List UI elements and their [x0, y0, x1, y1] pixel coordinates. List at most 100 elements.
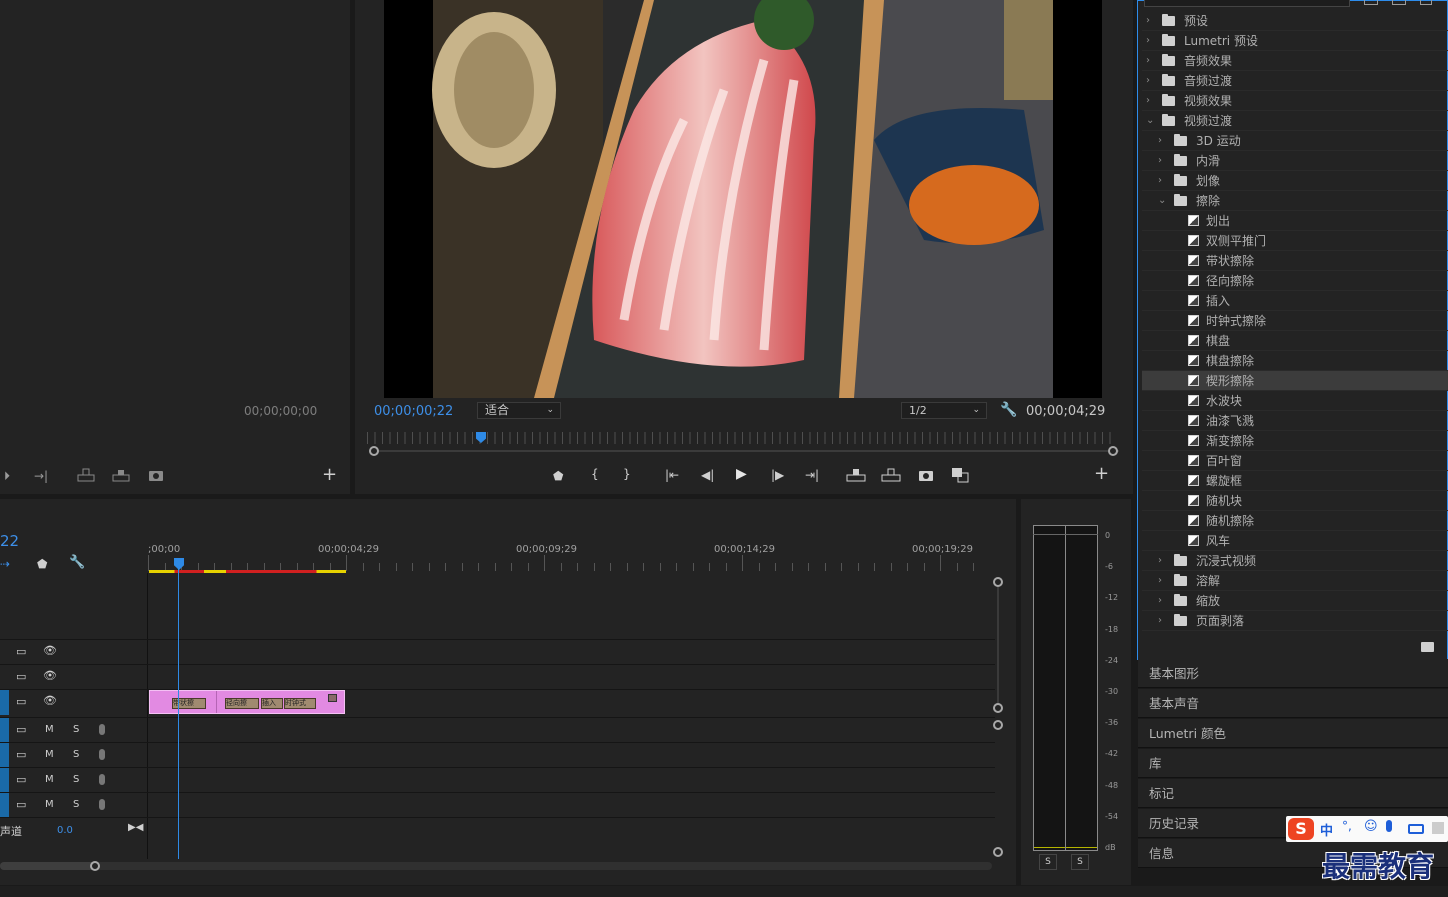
mute-button[interactable]: M: [45, 724, 54, 735]
zoom-handle-left[interactable]: [369, 446, 379, 456]
chevron-down-icon[interactable]: ⌄: [1158, 191, 1168, 211]
delete-icon[interactable]: [1420, 0, 1432, 5]
effects-folder[interactable]: › 音频效果: [1142, 51, 1448, 71]
effect-item[interactable]: 径向擦除: [1142, 271, 1448, 291]
microphone-icon[interactable]: [99, 724, 105, 735]
add-button-icon[interactable]: +: [322, 466, 337, 484]
new-preset-bin-icon[interactable]: [1392, 0, 1406, 5]
effects-folder[interactable]: › 划像: [1142, 171, 1448, 191]
effect-item[interactable]: 楔形擦除: [1142, 371, 1448, 391]
transition-block[interactable]: 时钟式: [284, 698, 316, 709]
wrench-icon[interactable]: 🔧: [1000, 403, 1017, 417]
chevron-right-icon[interactable]: ›: [1146, 31, 1156, 51]
step-forward-icon[interactable]: ⏵: [4, 469, 10, 483]
chevron-right-icon[interactable]: ›: [1146, 11, 1156, 31]
go-to-out-icon[interactable]: ▶◀: [128, 822, 143, 833]
effect-item[interactable]: 时钟式擦除: [1142, 311, 1448, 331]
chevron-right-icon[interactable]: ›: [1146, 51, 1156, 71]
add-button-icon[interactable]: +: [1094, 465, 1109, 483]
play-icon[interactable]: ▶: [736, 467, 747, 481]
emoji-icon[interactable]: ☺: [1364, 819, 1378, 834]
step-back-icon[interactable]: ◀|: [701, 468, 714, 482]
audio-track[interactable]: ▭ M S: [0, 717, 995, 743]
video-track-v3[interactable]: ▭ 👁: [0, 639, 995, 664]
scroll-handle[interactable]: [993, 720, 1003, 730]
timeline-current-time[interactable]: 22: [0, 532, 19, 550]
effect-item[interactable]: 螺旋框: [1142, 471, 1448, 491]
effects-folder[interactable]: › Lumetri 预设: [1142, 31, 1448, 51]
mute-button[interactable]: M: [45, 774, 54, 785]
track-target-v1[interactable]: [0, 690, 9, 715]
effect-item[interactable]: 渐变擦除: [1142, 431, 1448, 451]
ime-toolbar[interactable]: S 中 °, ☺: [1286, 816, 1448, 842]
effect-item[interactable]: 双侧平推门: [1142, 231, 1448, 251]
chevron-right-icon[interactable]: ›: [1158, 591, 1168, 611]
go-to-out-icon[interactable]: →|: [34, 469, 48, 483]
go-to-out-icon[interactable]: ⇥|: [805, 468, 819, 482]
chevron-right-icon[interactable]: ›: [1158, 151, 1168, 171]
punctuation-icon[interactable]: °,: [1342, 819, 1352, 833]
audio-track[interactable]: ▭ M S: [0, 792, 995, 818]
lift-icon[interactable]: [846, 468, 866, 482]
track-target-a[interactable]: [0, 743, 9, 768]
effect-item[interactable]: 油漆飞溅: [1142, 411, 1448, 431]
effect-item[interactable]: 棋盘擦除: [1142, 351, 1448, 371]
export-frame-icon[interactable]: [148, 468, 164, 482]
new-bin-folder-icon[interactable]: [1421, 642, 1434, 652]
mute-button[interactable]: M: [45, 749, 54, 760]
effect-item[interactable]: 水波块: [1142, 391, 1448, 411]
solo-button[interactable]: S: [73, 774, 79, 785]
ime-language[interactable]: 中: [1320, 820, 1333, 839]
effects-folder[interactable]: › 3D 运动: [1142, 131, 1448, 151]
microphone-icon[interactable]: [99, 799, 105, 810]
side-panel-tab[interactable]: Lumetri 颜色: [1138, 719, 1448, 748]
horizontal-scrollbar[interactable]: [0, 862, 992, 870]
mark-in-icon[interactable]: {: [591, 467, 599, 481]
mark-out-icon[interactable]: }: [623, 467, 631, 481]
chevron-down-icon[interactable]: ⌄: [1146, 111, 1156, 131]
effect-item[interactable]: 划出: [1142, 211, 1448, 231]
solo-button[interactable]: S: [73, 724, 79, 735]
effects-folder[interactable]: › 视频效果: [1142, 91, 1448, 111]
solo-button[interactable]: S: [73, 749, 79, 760]
side-panel-tab[interactable]: 标记: [1138, 779, 1448, 808]
chevron-right-icon[interactable]: ›: [1158, 551, 1168, 571]
fit-select[interactable]: 适合 ⌄: [477, 402, 561, 419]
effect-item[interactable]: 带状擦除: [1142, 251, 1448, 271]
effect-item[interactable]: 随机块: [1142, 491, 1448, 511]
toggle-sync-lock-icon[interactable]: ▭: [16, 798, 26, 811]
program-zoom-bar[interactable]: [369, 450, 1119, 452]
chevron-right-icon[interactable]: ›: [1158, 611, 1168, 631]
effects-folder[interactable]: ⌄ 视频过渡: [1142, 111, 1448, 131]
vertical-scrollbar[interactable]: [997, 587, 999, 703]
horizontal-scroll-thumb[interactable]: [0, 862, 96, 870]
toggle-sync-lock-icon[interactable]: ▭: [16, 695, 26, 708]
effects-search-bar[interactable]: [1144, 0, 1350, 7]
add-marker-icon[interactable]: ⬟: [37, 557, 47, 571]
audio-track[interactable]: ▭ M S: [0, 742, 995, 768]
chevron-right-icon[interactable]: ›: [1158, 171, 1168, 191]
comparison-view-icon[interactable]: [951, 467, 969, 483]
chevron-right-icon[interactable]: ›: [1158, 571, 1168, 591]
wrench-icon[interactable]: 🔧: [69, 556, 85, 570]
effect-item[interactable]: 风车: [1142, 531, 1448, 551]
program-current-time[interactable]: 00;00;00;22: [374, 404, 453, 419]
solo-button[interactable]: S: [73, 799, 79, 810]
audio-track[interactable]: ▭ M S: [0, 767, 995, 793]
effect-item[interactable]: 百叶窗: [1142, 451, 1448, 471]
toggle-sync-lock-icon[interactable]: ▭: [16, 723, 26, 736]
master-track[interactable]: 声道 0.0 ▶◀: [0, 817, 995, 842]
track-target-a[interactable]: [0, 768, 9, 793]
side-panel-tab[interactable]: 基本图形: [1138, 659, 1448, 688]
chevron-right-icon[interactable]: ›: [1158, 131, 1168, 151]
master-volume-value[interactable]: 0.0: [57, 825, 73, 836]
transition-block[interactable]: 插入: [261, 698, 283, 709]
extract-icon[interactable]: [881, 468, 901, 482]
effects-folder[interactable]: › 缩放: [1142, 591, 1448, 611]
step-forward-icon[interactable]: |▶: [771, 468, 784, 482]
effects-folder[interactable]: › 溶解: [1142, 571, 1448, 591]
eye-icon[interactable]: 👁: [43, 669, 57, 682]
video-track-v2[interactable]: ▭ 👁: [0, 664, 995, 689]
track-target-a[interactable]: [0, 793, 9, 818]
effect-item[interactable]: 随机擦除: [1142, 511, 1448, 531]
